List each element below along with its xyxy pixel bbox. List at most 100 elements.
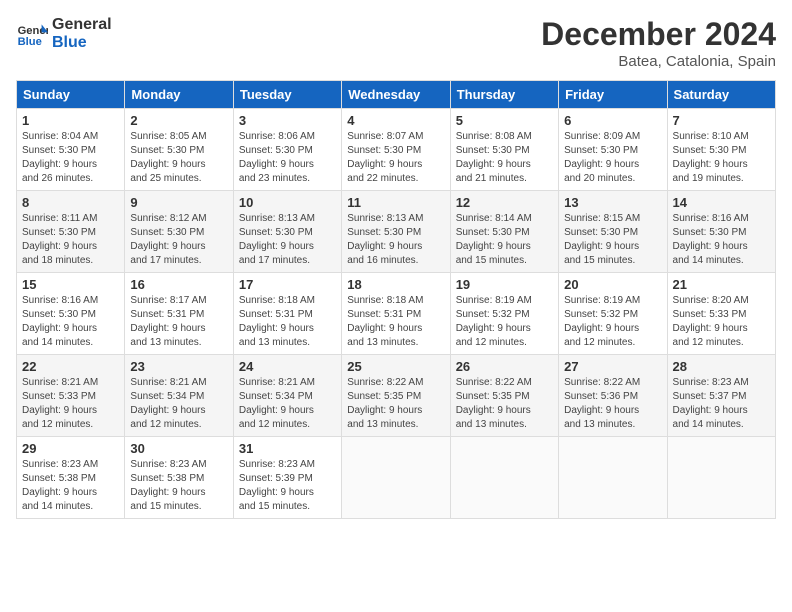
weekday-header: Friday [559,81,667,109]
calendar-cell: 9Sunrise: 8:12 AM Sunset: 5:30 PM Daylig… [125,191,233,273]
day-info: Sunrise: 8:22 AM Sunset: 5:35 PM Dayligh… [456,376,553,432]
day-info: Sunrise: 8:13 AM Sunset: 5:30 PM Dayligh… [239,212,336,268]
day-info: Sunrise: 8:12 AM Sunset: 5:30 PM Dayligh… [130,212,227,268]
calendar-cell: 28Sunrise: 8:23 AM Sunset: 5:37 PM Dayli… [667,355,775,437]
day-number: 27 [564,359,661,374]
calendar-cell: 1Sunrise: 8:04 AM Sunset: 5:30 PM Daylig… [17,109,125,191]
title-block: December 2024 Batea, Catalonia, Spain [541,16,776,70]
calendar-week-row: 8 Sunrise: 8:11 AM Sunset: 5:30 PM Daylig… [17,191,776,273]
day-info: Sunrise: 8:09 AM Sunset: 5:30 PM Dayligh… [564,130,661,186]
day-info: Sunrise: 8:23 AM Sunset: 5:39 PM Dayligh… [239,458,336,514]
day-number: 29 [22,441,119,456]
calendar-cell: 22Sunrise: 8:21 AM Sunset: 5:33 PM Dayli… [17,355,125,437]
day-info: Sunrise: 8:23 AM Sunset: 5:38 PM Dayligh… [22,458,119,514]
calendar-cell: 26 Sunrise: 8:22 AM Sunset: 5:35 PM Dayli… [450,355,558,437]
svg-text:Blue: Blue [18,36,42,48]
weekday-header: Sunday [17,81,125,109]
day-info: Sunrise: 8:21 AM Sunset: 5:33 PM Dayligh… [22,376,119,432]
calendar-table: SundayMondayTuesdayWednesdayThursdayFrid… [16,80,776,519]
day-info: Sunrise: 8:05 AM Sunset: 5:30 PM Dayligh… [130,130,227,186]
calendar-cell [559,437,667,519]
calendar-cell: 31Sunrise: 8:23 AM Sunset: 5:39 PM Dayli… [233,437,341,519]
logo-line2: Blue [52,34,112,52]
calendar-cell: 3 Sunrise: 8:06 AM Sunset: 5:30 PM Daylig… [233,109,341,191]
page-header: General Blue General Blue December 2024 … [16,16,776,70]
logo: General Blue General Blue [16,16,112,52]
day-info: Sunrise: 8:22 AM Sunset: 5:35 PM Dayligh… [347,376,444,432]
calendar-cell: 10 Sunrise: 8:13 AM Sunset: 5:30 PM Dayli… [233,191,341,273]
calendar-cell: 30Sunrise: 8:23 AM Sunset: 5:38 PM Dayli… [125,437,233,519]
day-info: Sunrise: 8:06 AM Sunset: 5:30 PM Dayligh… [239,130,336,186]
day-info: Sunrise: 8:11 AM Sunset: 5:30 PM Dayligh… [22,212,119,268]
day-number: 8 [22,195,119,210]
weekday-header: Wednesday [342,81,450,109]
calendar-cell: 2 Sunrise: 8:05 AM Sunset: 5:30 PM Daylig… [125,109,233,191]
day-number: 21 [673,277,770,292]
calendar-header-row: SundayMondayTuesdayWednesdayThursdayFrid… [17,81,776,109]
day-number: 2 [130,113,227,128]
day-info: Sunrise: 8:16 AM Sunset: 5:30 PM Dayligh… [673,212,770,268]
day-number: 4 [347,113,444,128]
weekday-header: Saturday [667,81,775,109]
calendar-cell: 25 Sunrise: 8:22 AM Sunset: 5:35 PM Dayli… [342,355,450,437]
calendar-cell: 13 Sunrise: 8:15 AM Sunset: 5:30 PM Dayli… [559,191,667,273]
day-number: 16 [130,277,227,292]
calendar-week-row: 15Sunrise: 8:16 AM Sunset: 5:30 PM Dayli… [17,273,776,355]
calendar-week-row: 29 Sunrise: 8:23 AM Sunset: 5:38 PM Dayli… [17,437,776,519]
day-info: Sunrise: 8:07 AM Sunset: 5:30 PM Dayligh… [347,130,444,186]
calendar-cell: 24Sunrise: 8:21 AM Sunset: 5:34 PM Dayli… [233,355,341,437]
day-number: 25 [347,359,444,374]
day-info: Sunrise: 8:13 AM Sunset: 5:30 PM Dayligh… [347,212,444,268]
day-number: 19 [456,277,553,292]
day-info: Sunrise: 8:04 AM Sunset: 5:30 PM Dayligh… [22,130,119,186]
day-number: 14 [673,195,770,210]
day-number: 11 [347,195,444,210]
calendar-cell: 11 Sunrise: 8:13 AM Sunset: 5:30 PM Dayli… [342,191,450,273]
day-number: 18 [347,277,444,292]
day-info: Sunrise: 8:20 AM Sunset: 5:33 PM Dayligh… [673,294,770,350]
day-number: 3 [239,113,336,128]
day-info: Sunrise: 8:15 AM Sunset: 5:30 PM Dayligh… [564,212,661,268]
calendar-cell: 15Sunrise: 8:16 AM Sunset: 5:30 PM Dayli… [17,273,125,355]
weekday-header: Thursday [450,81,558,109]
calendar-week-row: 22Sunrise: 8:21 AM Sunset: 5:33 PM Dayli… [17,355,776,437]
day-info: Sunrise: 8:10 AM Sunset: 5:30 PM Dayligh… [673,130,770,186]
day-number: 10 [239,195,336,210]
day-info: Sunrise: 8:21 AM Sunset: 5:34 PM Dayligh… [130,376,227,432]
day-number: 12 [456,195,553,210]
calendar-cell [342,437,450,519]
day-info: Sunrise: 8:18 AM Sunset: 5:31 PM Dayligh… [239,294,336,350]
calendar-cell: 14 Sunrise: 8:16 AM Sunset: 5:30 PM Dayli… [667,191,775,273]
day-info: Sunrise: 8:14 AM Sunset: 5:30 PM Dayligh… [456,212,553,268]
day-number: 17 [239,277,336,292]
day-info: Sunrise: 8:23 AM Sunset: 5:37 PM Dayligh… [673,376,770,432]
calendar-cell: 20Sunrise: 8:19 AM Sunset: 5:32 PM Dayli… [559,273,667,355]
calendar-cell: 12 Sunrise: 8:14 AM Sunset: 5:30 PM Dayli… [450,191,558,273]
day-number: 23 [130,359,227,374]
day-number: 5 [456,113,553,128]
day-info: Sunrise: 8:17 AM Sunset: 5:31 PM Dayligh… [130,294,227,350]
calendar-cell: 29 Sunrise: 8:23 AM Sunset: 5:38 PM Dayli… [17,437,125,519]
day-info: Sunrise: 8:19 AM Sunset: 5:32 PM Dayligh… [456,294,553,350]
calendar-week-row: 1Sunrise: 8:04 AM Sunset: 5:30 PM Daylig… [17,109,776,191]
day-info: Sunrise: 8:18 AM Sunset: 5:31 PM Dayligh… [347,294,444,350]
calendar-cell: 5Sunrise: 8:08 AM Sunset: 5:30 PM Daylig… [450,109,558,191]
logo-line1: General [52,16,112,34]
calendar-cell [450,437,558,519]
day-number: 30 [130,441,227,456]
calendar-cell: 4 Sunrise: 8:07 AM Sunset: 5:30 PM Daylig… [342,109,450,191]
day-number: 20 [564,277,661,292]
calendar-body: 1Sunrise: 8:04 AM Sunset: 5:30 PM Daylig… [17,109,776,519]
calendar-cell: 6 Sunrise: 8:09 AM Sunset: 5:30 PM Daylig… [559,109,667,191]
day-info: Sunrise: 8:22 AM Sunset: 5:36 PM Dayligh… [564,376,661,432]
day-number: 6 [564,113,661,128]
calendar-cell [667,437,775,519]
calendar-cell: 18 Sunrise: 8:18 AM Sunset: 5:31 PM Dayli… [342,273,450,355]
calendar-cell: 16 Sunrise: 8:17 AM Sunset: 5:31 PM Dayli… [125,273,233,355]
day-number: 7 [673,113,770,128]
calendar-cell: 17 Sunrise: 8:18 AM Sunset: 5:31 PM Dayli… [233,273,341,355]
weekday-header: Monday [125,81,233,109]
day-number: 13 [564,195,661,210]
day-number: 26 [456,359,553,374]
calendar-cell: 7 Sunrise: 8:10 AM Sunset: 5:30 PM Daylig… [667,109,775,191]
